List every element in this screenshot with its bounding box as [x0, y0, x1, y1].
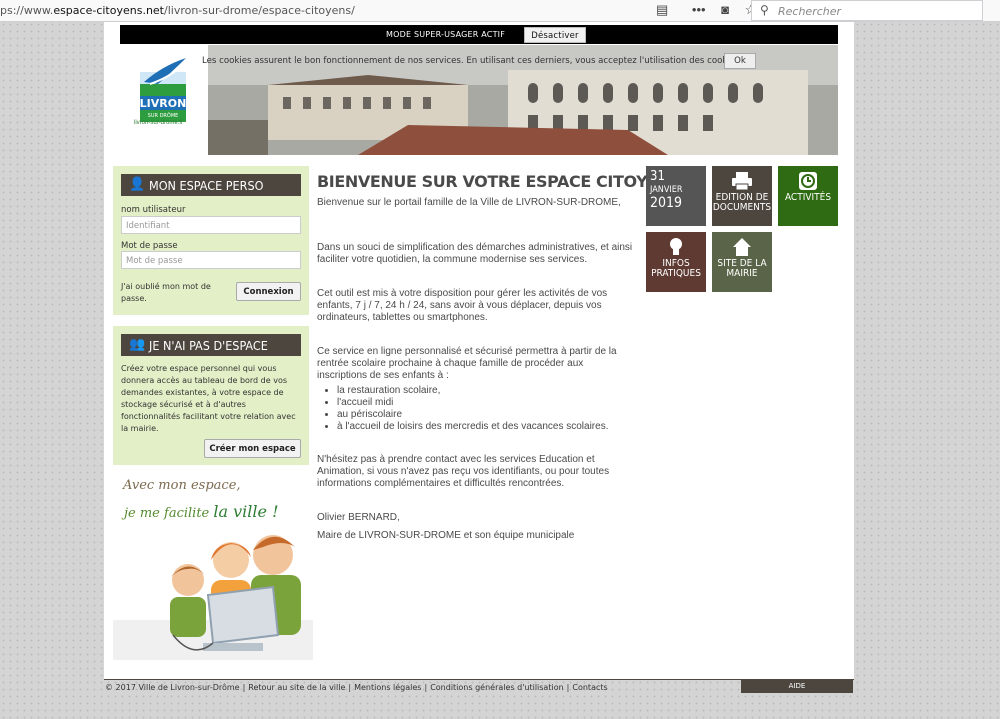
- password-placeholder: Mot de passe: [126, 256, 183, 266]
- users-icon: 👥: [129, 337, 146, 352]
- slogan-line2: je me facilite la ville !: [124, 502, 279, 521]
- login-panel: 👤 MON ESPACE PERSO nom utilisateur Ident…: [113, 166, 309, 315]
- page-title: BIENVENUE SUR VOTRE ESPACE CITOYENS: [317, 172, 682, 191]
- register-title: 👥 JE N'AI PAS D'ESPACE: [121, 334, 301, 356]
- search-input[interactable]: ⚲ Rechercher: [751, 0, 983, 21]
- slogan-line2b: la ville !: [213, 502, 279, 521]
- family-illustration: [113, 535, 313, 660]
- footer: © 2017 Ville de Livron-sur-Drôme | Retour …: [105, 683, 608, 692]
- tile-edition-label: EDITION DE DOCUMENTS: [712, 192, 772, 213]
- username-label: nom utilisateur: [121, 205, 186, 215]
- lightbulb-icon: [670, 238, 682, 255]
- username-placeholder: Identifiant: [126, 221, 170, 231]
- browser-toolbar: ps://www.espace-citoyens.net/livron-sur-…: [0, 0, 1000, 22]
- list-item: au périscolaire: [337, 409, 635, 421]
- footer-link-city-site[interactable]: Retour au site de la ville: [248, 683, 345, 692]
- list-item: l'accueil midi: [337, 397, 635, 409]
- url-domain: espace-citoyens.net: [53, 4, 164, 17]
- super-user-bar: MODE SUPER-USAGER ACTIF Désactiver: [120, 25, 838, 44]
- list-item: à l'accueil de loisirs des mercredis et …: [337, 421, 635, 433]
- register-panel: 👥 JE N'AI PAS D'ESPACE Créez votre espac…: [113, 326, 309, 465]
- password-label: Mot de passe: [121, 241, 178, 251]
- tool-paragraph: Cet outil est mis à votre disposition po…: [317, 288, 608, 323]
- footer-link-legal[interactable]: Mentions légales: [354, 683, 421, 692]
- login-title: 👤 MON ESPACE PERSO: [121, 174, 301, 196]
- clock-icon: [799, 172, 817, 190]
- home-icon: [733, 238, 751, 256]
- list-item: la restauration scolaire,: [337, 385, 635, 397]
- url-prefix: ps://www.: [0, 4, 54, 17]
- help-button[interactable]: AIDE: [741, 679, 853, 693]
- login-title-text: MON ESPACE PERSO: [149, 178, 264, 193]
- service-paragraph: Ce service en ligne personnalisé et sécu…: [317, 346, 617, 381]
- date-year: 2019: [650, 195, 683, 211]
- footer-link-terms[interactable]: Conditions générales d'utilisation: [430, 683, 563, 692]
- forgot-password-link[interactable]: J'ai oublié mon mot de passe.: [121, 281, 231, 305]
- tile-mairie-label: SITE DE LA MAIRIE: [717, 258, 767, 279]
- simplification-paragraph: Dans un souci de simplification des déma…: [317, 242, 633, 265]
- cookie-banner: Les cookies assurent le bon fonctionneme…: [192, 53, 837, 72]
- tile-activites-label: ACTIVITÉS: [784, 192, 832, 203]
- url-path: /livron-sur-drome/espace-citoyens/: [164, 4, 355, 17]
- deactivate-button[interactable]: Désactiver: [524, 27, 586, 43]
- contact-paragraph: N'hésitez pas à prendre contact avec les…: [317, 454, 610, 489]
- pocket-icon[interactable]: ◙: [721, 2, 729, 17]
- password-field[interactable]: Mot de passe: [121, 251, 301, 269]
- slogan-line2a: je me facilite: [124, 506, 210, 521]
- logo-sub: SUR DRÔME: [148, 112, 179, 119]
- tile-activites[interactable]: ACTIVITÉS: [778, 166, 838, 226]
- services-list: la restauration scolaire, l'accueil midi…: [317, 385, 635, 433]
- super-user-label: MODE SUPER-USAGER ACTIF: [386, 30, 506, 39]
- register-description: Créez votre espace personnel qui vous do…: [121, 364, 296, 433]
- tile-site-mairie[interactable]: SITE DE LA MAIRIE: [712, 232, 772, 292]
- slogan-line1: Avec mon espace,: [123, 478, 241, 493]
- printer-icon: [732, 172, 752, 191]
- signature-name: Olivier BERNARD,: [317, 512, 400, 523]
- logo-name: LIVRON: [140, 97, 187, 110]
- footer-copyright: © 2017 Ville de Livron-sur-Drôme: [105, 683, 240, 692]
- date-tile: 31 JANVIER 2019: [646, 166, 706, 226]
- search-placeholder: Rechercher: [778, 5, 842, 18]
- footer-link-contacts[interactable]: Contacts: [572, 683, 607, 692]
- register-title-text: JE N'AI PAS D'ESPACE: [149, 338, 268, 353]
- username-field[interactable]: Identifiant: [121, 216, 301, 234]
- login-button[interactable]: Connexion: [236, 282, 301, 301]
- date-month: JANVIER: [650, 185, 683, 195]
- search-icon: ⚲: [760, 3, 769, 17]
- tile-infos-label: INFOS PRATIQUES: [651, 258, 701, 279]
- logo-url: livron-sur-drome.fr: [134, 120, 184, 126]
- more-icon[interactable]: •••: [692, 2, 706, 17]
- signature-title: Maire de LIVRON-SUR-DROME et son équipe …: [317, 530, 575, 541]
- tile-infos-pratiques[interactable]: INFOS PRATIQUES: [646, 232, 706, 292]
- address-bar[interactable]: ps://www.espace-citoyens.net/livron-sur-…: [0, 4, 355, 17]
- date-day: 31: [650, 169, 665, 184]
- cookie-text: Les cookies assurent le bon fonctionneme…: [202, 56, 743, 66]
- user-lock-icon: 👤: [129, 177, 146, 192]
- reader-icon[interactable]: ▤: [656, 2, 668, 18]
- create-account-button[interactable]: Créer mon espace: [204, 439, 301, 458]
- tile-edition-documents[interactable]: EDITION DE DOCUMENTS: [712, 166, 772, 226]
- intro-paragraph: Bienvenue sur le portail famille de la V…: [317, 197, 621, 208]
- cookie-ok-button[interactable]: Ok: [724, 53, 756, 69]
